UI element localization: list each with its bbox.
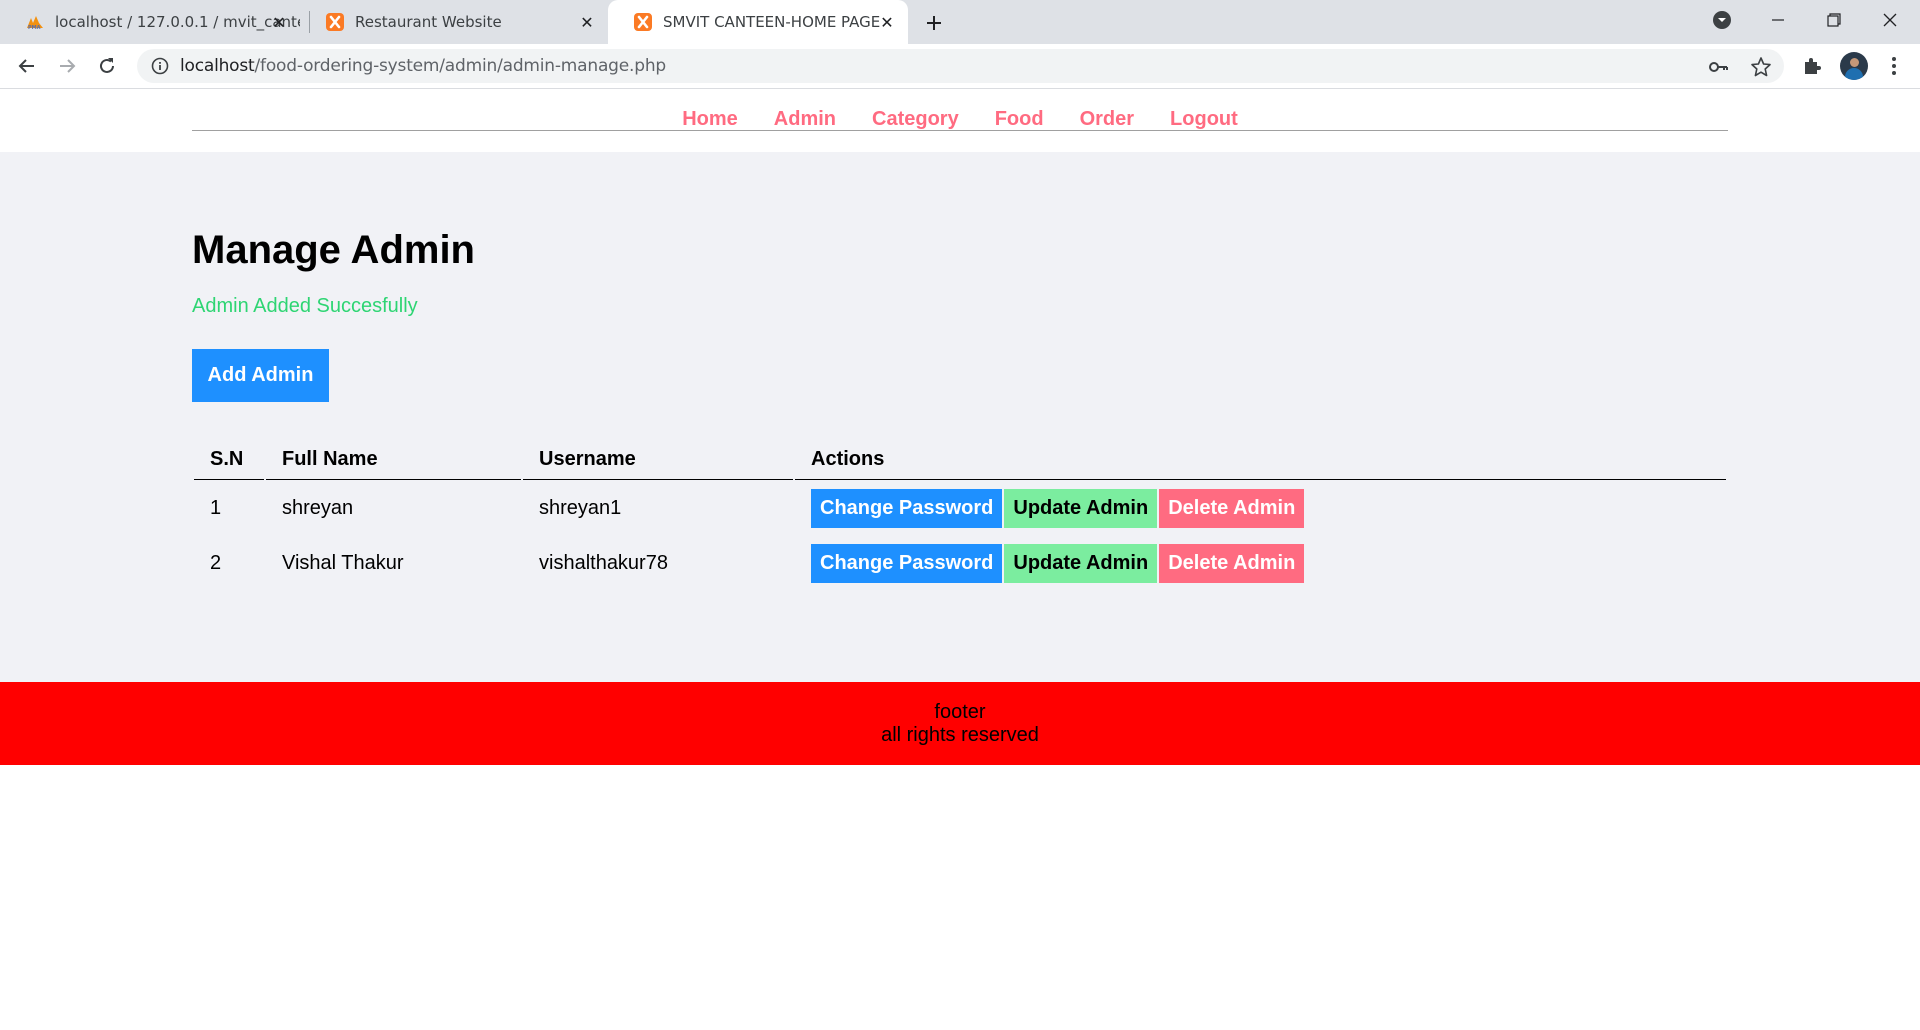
table-row: 2 Vishal Thakur vishalthakur78 Change Pa… <box>194 537 1726 590</box>
add-admin-button[interactable]: Add Admin <box>192 349 329 402</box>
url-host: localhost <box>180 56 255 76</box>
page-title: Manage Admin <box>192 228 475 272</box>
change-password-button[interactable]: Change Password <box>811 489 1003 528</box>
cell-sn: 1 <box>210 497 222 519</box>
footer-copyright: all rights reserved <box>881 724 1039 746</box>
address-bar[interactable]: localhost/food-ordering-system/admin/adm… <box>137 49 1784 83</box>
tab-title: localhost / 127.0.0.1 / mvit_canteen <box>55 13 300 31</box>
extensions-puzzle-icon[interactable] <box>1800 54 1824 78</box>
table-row: 1 shreyan shreyan1 Change Password Update… <box>194 482 1726 535</box>
change-password-button[interactable]: Change Password <box>811 544 1003 583</box>
restore-button[interactable] <box>1806 0 1862 40</box>
close-tab-icon[interactable]: ✕ <box>268 11 290 33</box>
nav-order-link[interactable]: Order <box>1080 108 1134 130</box>
success-message: Admin Added Succesfully <box>192 295 418 317</box>
tab-title: SMVIT CANTEEN-HOME PAGE <box>663 13 881 31</box>
delete-admin-button[interactable]: Delete Admin <box>1159 489 1305 528</box>
reload-button[interactable] <box>93 52 121 80</box>
browser-tab-restaurant[interactable]: Restaurant Website ✕ <box>300 0 608 44</box>
column-header-sn: S.N <box>194 439 264 480</box>
close-tab-icon[interactable]: ✕ <box>576 11 598 33</box>
cell-actions: Change Password Update Admin Delete Admin <box>795 537 1726 590</box>
browser-tab-canteen-home[interactable]: SMVIT CANTEEN-HOME PAGE ✕ <box>608 0 908 44</box>
cell-username: shreyan1 <box>539 497 622 519</box>
admin-table: S.N Full Name Username Actions 1 shreyan… <box>192 437 1728 592</box>
cell-actions: Change Password Update Admin Delete Admin <box>795 482 1726 535</box>
close-tab-icon[interactable]: ✕ <box>876 11 898 33</box>
browser-tab-strip: PMA localhost / 127.0.0.1 / mvit_canteen… <box>0 0 1920 44</box>
column-header-full-name: Full Name <box>266 439 521 480</box>
new-tab-button[interactable] <box>920 9 948 37</box>
minimize-button[interactable] <box>1750 0 1806 40</box>
column-header-username: Username <box>523 439 793 480</box>
browser-tab-phpmyadmin[interactable]: PMA localhost / 127.0.0.1 / mvit_canteen… <box>0 0 300 44</box>
nav-admin-link[interactable]: Admin <box>774 108 836 130</box>
main-menu: Home Admin Category Food Order Logout <box>192 89 1728 131</box>
nav-home-link[interactable]: Home <box>682 108 738 130</box>
cell-full-name: shreyan <box>282 497 354 519</box>
site-info-icon[interactable] <box>150 56 170 76</box>
cell-username: vishalthakur78 <box>539 552 668 574</box>
tab-search-button[interactable] <box>1694 0 1750 40</box>
svg-text:PMA: PMA <box>28 25 41 30</box>
main-content: Manage Admin Admin Added Succesfully Add… <box>0 152 1920 682</box>
nav-logout-link[interactable]: Logout <box>1170 108 1238 130</box>
nav-category-link[interactable]: Category <box>872 108 959 130</box>
xampp-icon <box>633 12 653 32</box>
phpmyadmin-icon: PMA <box>25 12 45 32</box>
xampp-icon <box>325 12 345 32</box>
update-admin-button[interactable]: Update Admin <box>1004 489 1158 528</box>
table-header-row: S.N Full Name Username Actions <box>194 439 1726 480</box>
url-path: /food-ordering-system/admin/admin-manage… <box>254 56 667 76</box>
chrome-menu-icon[interactable] <box>1882 54 1906 78</box>
browser-toolbar: localhost/food-ordering-system/admin/adm… <box>0 44 1920 89</box>
close-window-button[interactable] <box>1862 0 1918 40</box>
update-admin-button[interactable]: Update Admin <box>1004 544 1158 583</box>
nav-food-link[interactable]: Food <box>995 108 1044 130</box>
url-text[interactable]: localhost/food-ordering-system/admin/adm… <box>180 56 666 76</box>
bookmark-star-icon[interactable] <box>1750 56 1772 78</box>
profile-avatar[interactable] <box>1840 52 1868 80</box>
cell-full-name: Vishal Thakur <box>282 552 404 574</box>
page-footer: footer all rights reserved <box>0 682 1920 765</box>
column-header-actions: Actions <box>795 439 1726 480</box>
web-page: Home Admin Category Food Order Logout Ma… <box>0 89 1920 1030</box>
delete-admin-button[interactable]: Delete Admin <box>1159 544 1305 583</box>
forward-button[interactable] <box>53 52 81 80</box>
key-icon[interactable] <box>1707 56 1729 78</box>
cell-sn: 2 <box>210 552 222 574</box>
back-button[interactable] <box>13 52 41 80</box>
footer-label: footer <box>934 701 986 723</box>
tab-title: Restaurant Website <box>355 13 502 31</box>
